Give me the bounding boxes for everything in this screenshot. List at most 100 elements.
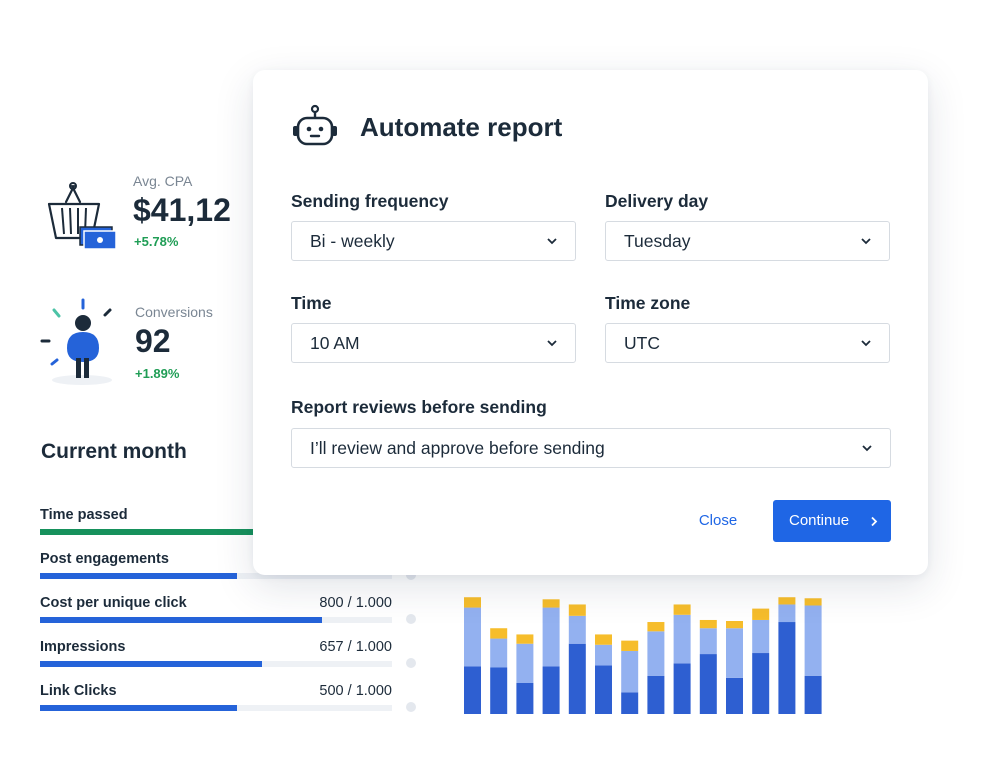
bar-segment bbox=[699, 619, 717, 629]
sending-frequency-select[interactable]: Bi - weekly bbox=[291, 221, 576, 261]
metric-progress-track bbox=[40, 661, 392, 667]
metric-progress-fill bbox=[40, 573, 238, 579]
metric-name: Impressions bbox=[40, 639, 126, 655]
bar-segment bbox=[516, 643, 534, 683]
bar-segment bbox=[595, 665, 612, 714]
bar-segment bbox=[516, 634, 534, 644]
time-select[interactable]: 10 AM bbox=[291, 323, 576, 363]
bar-segment bbox=[752, 653, 770, 714]
bar-segment bbox=[542, 607, 560, 667]
metric-progress-track bbox=[40, 705, 392, 711]
conversions-value: 92 bbox=[135, 323, 171, 359]
robot-icon bbox=[293, 104, 337, 146]
bar-segment bbox=[673, 604, 691, 615]
metric-progress-fill bbox=[40, 661, 262, 667]
bar-segment bbox=[726, 621, 743, 629]
avg-cpa-delta: +5.78% bbox=[134, 234, 179, 249]
close-button[interactable]: Close bbox=[683, 502, 753, 540]
bar-segment bbox=[464, 666, 481, 714]
metric-name: Link Clicks bbox=[40, 683, 117, 699]
bar-segment bbox=[647, 675, 665, 714]
conversions-label: Conversions bbox=[135, 304, 213, 320]
select-value: UTC bbox=[624, 333, 660, 353]
bar-segment bbox=[647, 622, 665, 632]
bar-segment bbox=[568, 615, 586, 644]
shopping-basket-icon bbox=[47, 182, 117, 250]
chevron-down-icon bbox=[862, 445, 872, 452]
metric-progress-fill bbox=[40, 617, 322, 623]
bar-segment bbox=[464, 607, 481, 667]
bar-segment bbox=[542, 599, 560, 608]
bar-segment bbox=[699, 628, 717, 655]
metric-dot bbox=[406, 702, 416, 712]
bar-segment bbox=[804, 598, 822, 606]
bar-segment bbox=[804, 675, 822, 714]
select-value: Bi - weekly bbox=[310, 231, 395, 251]
metric-value: 800 / 1.000 bbox=[319, 595, 392, 611]
bar-segment bbox=[804, 605, 822, 676]
bar-segment bbox=[778, 622, 796, 714]
bar-segment bbox=[621, 640, 639, 651]
report-reviews-select[interactable]: I’ll review and approve before sending bbox=[291, 428, 891, 468]
metric-progress-track bbox=[40, 617, 392, 623]
chevron-down-icon bbox=[547, 238, 557, 245]
continue-button[interactable]: Continue bbox=[773, 500, 891, 542]
bar-segment bbox=[490, 628, 508, 639]
metric-progress-fill bbox=[40, 705, 238, 711]
bar-segment bbox=[464, 597, 481, 608]
bar-segment bbox=[647, 631, 665, 676]
bar-segment bbox=[778, 597, 796, 605]
metric-impressions: Impressions 657 / 1.000 bbox=[40, 639, 416, 679]
bar-segment bbox=[752, 608, 770, 620]
metric-value: 657 / 1.000 bbox=[319, 639, 392, 655]
bar-segment bbox=[778, 604, 796, 623]
select-value: I’ll review and approve before sending bbox=[310, 438, 605, 458]
person-icon bbox=[40, 298, 112, 385]
bar-segment bbox=[673, 614, 691, 664]
bar-segment bbox=[726, 628, 743, 678]
bar-segment bbox=[568, 643, 586, 714]
stacked-bar-chart bbox=[464, 597, 822, 714]
sending-frequency-label: Sending frequency bbox=[291, 191, 449, 211]
bar-segment bbox=[516, 683, 534, 714]
dialog-title: Automate report bbox=[360, 112, 563, 142]
metric-value: 500 / 1.000 bbox=[319, 683, 392, 699]
delivery-day-label: Delivery day bbox=[605, 191, 709, 211]
bar-segment bbox=[699, 654, 717, 714]
bar-segment bbox=[752, 619, 770, 654]
metric-progress-fill bbox=[40, 529, 259, 535]
chevron-down-icon bbox=[547, 340, 557, 347]
metric-name: Time passed bbox=[40, 507, 128, 523]
conversions-delta: +1.89% bbox=[135, 366, 180, 381]
bar-segment bbox=[595, 644, 612, 666]
avg-cpa-label: Avg. CPA bbox=[133, 173, 193, 189]
bar-segment bbox=[568, 604, 586, 616]
bar-segment bbox=[490, 638, 508, 668]
bar-segment bbox=[673, 663, 691, 714]
time-label: Time bbox=[291, 293, 332, 313]
metric-cost-per-unique-click: Cost per unique click 800 / 1.000 bbox=[40, 595, 416, 635]
bar-segment bbox=[490, 667, 508, 714]
metric-name: Post engagements bbox=[40, 551, 169, 567]
metric-dot bbox=[406, 614, 416, 624]
report-reviews-label: Report reviews before sending bbox=[291, 397, 547, 417]
time-zone-select[interactable]: UTC bbox=[605, 323, 890, 363]
chevron-down-icon bbox=[861, 238, 871, 245]
bar-segment bbox=[621, 692, 639, 714]
continue-label: Continue bbox=[789, 512, 850, 529]
select-value: Tuesday bbox=[624, 231, 691, 251]
bar-segment bbox=[726, 677, 743, 714]
avg-cpa-value: $41,12 bbox=[133, 192, 231, 228]
select-value: 10 AM bbox=[310, 333, 360, 353]
chevron-down-icon bbox=[861, 340, 871, 347]
bar-segment bbox=[595, 634, 612, 645]
current-month-title: Current month bbox=[41, 440, 187, 463]
delivery-day-select[interactable]: Tuesday bbox=[605, 221, 890, 261]
metric-dot bbox=[406, 658, 416, 668]
metric-name: Cost per unique click bbox=[40, 595, 187, 611]
metric-link-clicks: Link Clicks 500 / 1.000 bbox=[40, 683, 416, 723]
bar-segment bbox=[542, 666, 560, 714]
time-zone-label: Time zone bbox=[605, 293, 691, 313]
bar-segment bbox=[621, 650, 639, 693]
automate-report-dialog: Automate report Sending frequency Bi - w… bbox=[253, 70, 928, 575]
